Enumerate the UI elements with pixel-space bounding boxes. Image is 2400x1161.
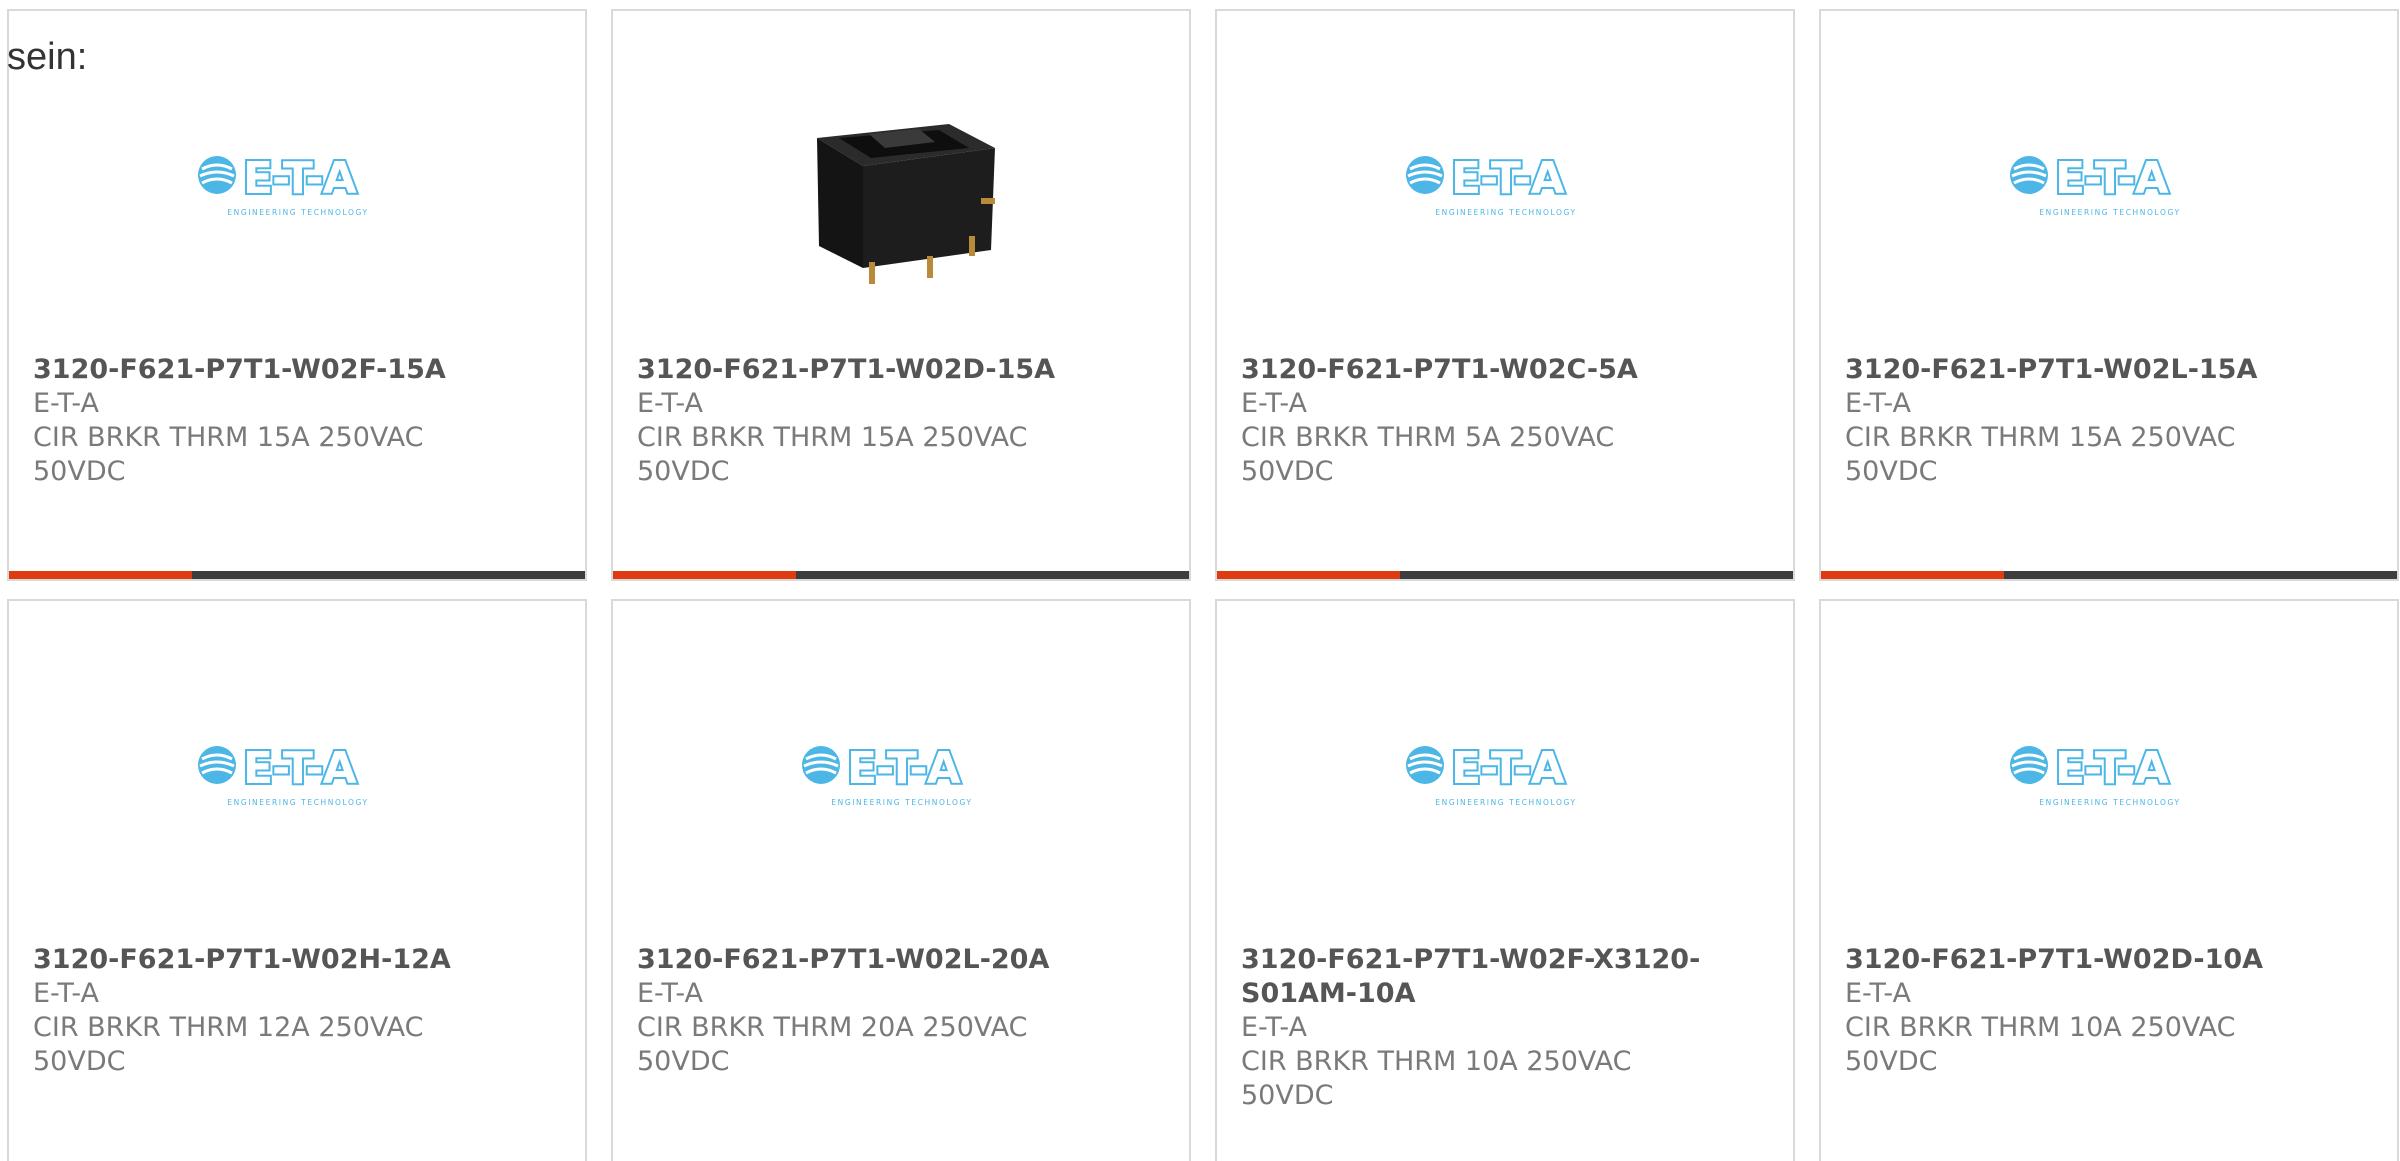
product-part-number[interactable]: 3120-F621-P7T1-W02F-15A bbox=[33, 353, 553, 387]
svg-text:ENGINEERING TECHNOLOGY: ENGINEERING TECHNOLOGY bbox=[227, 798, 368, 807]
eta-logo-image[interactable]: E-T-A ENGINEERING TECHNOLOGY bbox=[2007, 86, 2213, 292]
eta-logo-image[interactable]: E-T-A ENGINEERING TECHNOLOGY bbox=[1403, 676, 1609, 882]
product-card[interactable]: E-T-A ENGINEERING TECHNOLOGY 3120-F621-P7… bbox=[1215, 599, 1795, 1161]
eta-logo-icon: E-T-A ENGINEERING TECHNOLOGY bbox=[1406, 741, 1576, 807]
product-card[interactable]: 3120-F621-P7T1-W02D-15A E-T-A CIR BRKR T… bbox=[611, 9, 1191, 581]
svg-text:ENGINEERING TECHNOLOGY: ENGINEERING TECHNOLOGY bbox=[227, 208, 368, 217]
product-part-number[interactable]: 3120-F621-P7T1-W02H-12A bbox=[33, 943, 553, 977]
product-part-number[interactable]: 3120-F621-P7T1-W02D-15A bbox=[637, 353, 1157, 387]
svg-text:E-T-A: E-T-A bbox=[847, 743, 961, 794]
eta-logo-image[interactable]: E-T-A ENGINEERING TECHNOLOGY bbox=[2007, 676, 2213, 882]
svg-text:ENGINEERING TECHNOLOGY: ENGINEERING TECHNOLOGY bbox=[2039, 798, 2180, 807]
product-part-number[interactable]: 3120-F621-P7T1-W02L-15A bbox=[1845, 353, 2365, 387]
svg-text:E-T-A: E-T-A bbox=[2055, 153, 2169, 204]
product-manufacturer: E-T-A bbox=[1845, 978, 1911, 1009]
product-manufacturer: E-T-A bbox=[637, 388, 703, 419]
rocker-switch-icon bbox=[817, 124, 995, 284]
svg-text:E-T-A: E-T-A bbox=[243, 743, 357, 794]
eta-logo-image[interactable]: E-T-A ENGINEERING TECHNOLOGY bbox=[799, 676, 1005, 882]
svg-text:E-T-A: E-T-A bbox=[1451, 743, 1565, 794]
product-manufacturer: E-T-A bbox=[1845, 388, 1911, 419]
eta-logo-icon: E-T-A ENGINEERING TECHNOLOGY bbox=[2010, 741, 2180, 807]
card-accent-bar bbox=[1217, 571, 1793, 579]
intro-text: sein: bbox=[7, 36, 88, 78]
eta-logo-icon: E-T-A ENGINEERING TECHNOLOGY bbox=[198, 741, 368, 807]
svg-text:ENGINEERING TECHNOLOGY: ENGINEERING TECHNOLOGY bbox=[2039, 208, 2180, 217]
product-description: CIR BRKR THRM 15A 250VAC 50VDC bbox=[637, 422, 1028, 487]
eta-logo-icon: E-T-A ENGINEERING TECHNOLOGY bbox=[2010, 151, 2180, 217]
product-description: CIR BRKR THRM 5A 250VAC 50VDC bbox=[1241, 422, 1615, 487]
product-part-number[interactable]: 3120-F621-P7T1-W02L-20A bbox=[637, 943, 1157, 977]
card-accent-bar bbox=[1821, 571, 2397, 579]
product-card[interactable]: E-T-A ENGINEERING TECHNOLOGY 3120-F621-P7… bbox=[1215, 9, 1795, 581]
eta-logo-icon: E-T-A ENGINEERING TECHNOLOGY bbox=[198, 151, 368, 217]
eta-logo-icon: E-T-A ENGINEERING TECHNOLOGY bbox=[1406, 151, 1576, 217]
eta-logo-image[interactable]: E-T-A ENGINEERING TECHNOLOGY bbox=[195, 86, 401, 292]
svg-text:ENGINEERING TECHNOLOGY: ENGINEERING TECHNOLOGY bbox=[831, 798, 972, 807]
product-grid: E-T-A ENGINEERING TECHNOLOGY 3120-F621-P7… bbox=[7, 9, 2399, 1161]
product-description: CIR BRKR THRM 15A 250VAC 50VDC bbox=[1845, 422, 2236, 487]
product-manufacturer: E-T-A bbox=[33, 388, 99, 419]
product-card[interactable]: E-T-A ENGINEERING TECHNOLOGY 3120-F621-P7… bbox=[611, 599, 1191, 1161]
product-part-number[interactable]: 3120-F621-P7T1-W02D-10A bbox=[1845, 943, 2365, 977]
product-part-number[interactable]: 3120-F621-P7T1-W02C-5A bbox=[1241, 353, 1761, 387]
product-manufacturer: E-T-A bbox=[637, 978, 703, 1009]
product-description: CIR BRKR THRM 10A 250VAC 50VDC bbox=[1845, 1012, 2236, 1077]
svg-text:ENGINEERING TECHNOLOGY: ENGINEERING TECHNOLOGY bbox=[1435, 208, 1576, 217]
card-accent-bar bbox=[9, 571, 585, 579]
product-card[interactable]: E-T-A ENGINEERING TECHNOLOGY 3120-F621-P7… bbox=[7, 9, 587, 581]
product-part-number[interactable]: 3120-F621-P7T1-W02F-X3120-S01AM-10A bbox=[1241, 943, 1761, 1011]
product-description: CIR BRKR THRM 10A 250VAC 50VDC bbox=[1241, 1046, 1632, 1111]
product-manufacturer: E-T-A bbox=[1241, 388, 1307, 419]
card-accent-bar bbox=[613, 571, 1189, 579]
svg-text:E-T-A: E-T-A bbox=[2055, 743, 2169, 794]
eta-logo-icon: E-T-A ENGINEERING TECHNOLOGY bbox=[802, 741, 972, 807]
eta-logo-image[interactable]: E-T-A ENGINEERING TECHNOLOGY bbox=[195, 676, 401, 882]
eta-logo-image[interactable]: E-T-A ENGINEERING TECHNOLOGY bbox=[1403, 86, 1609, 292]
product-description: CIR BRKR THRM 12A 250VAC 50VDC bbox=[33, 1012, 424, 1077]
svg-text:ENGINEERING TECHNOLOGY: ENGINEERING TECHNOLOGY bbox=[1435, 798, 1576, 807]
product-card[interactable]: E-T-A ENGINEERING TECHNOLOGY 3120-F621-P7… bbox=[1819, 9, 2399, 581]
product-photo[interactable] bbox=[799, 86, 1005, 292]
svg-text:E-T-A: E-T-A bbox=[243, 153, 357, 204]
product-description: CIR BRKR THRM 20A 250VAC 50VDC bbox=[637, 1012, 1028, 1077]
product-manufacturer: E-T-A bbox=[1241, 1012, 1307, 1043]
product-manufacturer: E-T-A bbox=[33, 978, 99, 1009]
svg-text:E-T-A: E-T-A bbox=[1451, 153, 1565, 204]
product-card[interactable]: E-T-A ENGINEERING TECHNOLOGY 3120-F621-P7… bbox=[1819, 599, 2399, 1161]
product-description: CIR BRKR THRM 15A 250VAC 50VDC bbox=[33, 422, 424, 487]
product-card[interactable]: E-T-A ENGINEERING TECHNOLOGY 3120-F621-P7… bbox=[7, 599, 587, 1161]
